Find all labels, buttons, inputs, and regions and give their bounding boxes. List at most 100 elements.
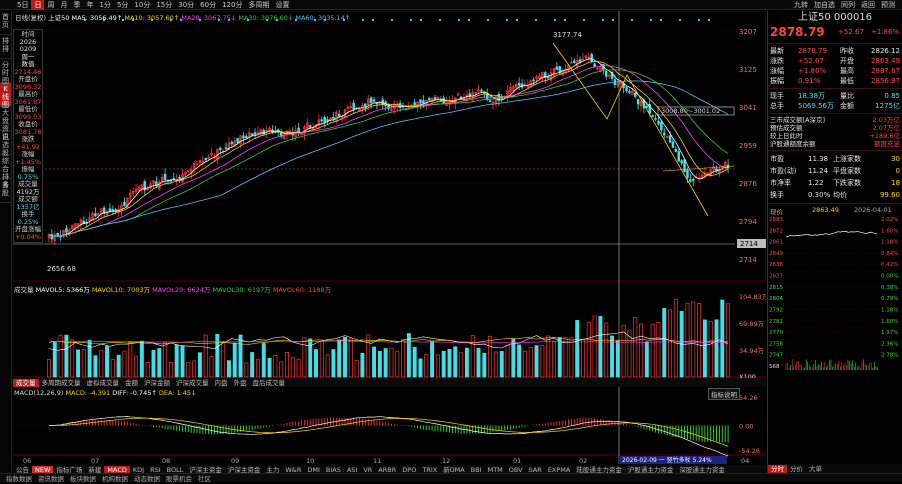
- stats-label: 下跌家数: [833, 179, 861, 187]
- volume-bar: [145, 362, 150, 378]
- sidebar-tab[interactable]: 自选股: [0, 131, 11, 157]
- period-tab[interactable]: 120分: [219, 0, 245, 10]
- mini-right-tick: 1.18%: [881, 240, 898, 246]
- sidebar-tab[interactable]: 综合排名: [0, 155, 11, 189]
- candle-body: [204, 157, 207, 161]
- volume-bar: [517, 344, 522, 378]
- toolbar-action[interactable]: 加自选: [811, 0, 838, 10]
- mini-price-line: [785, 231, 878, 238]
- mini-right-tick: 0.42%: [881, 262, 898, 268]
- toolbar-action[interactable]: 九转: [791, 0, 811, 10]
- period-tab[interactable]: 月: [57, 0, 70, 10]
- period-tab[interactable]: 60分: [197, 0, 219, 10]
- volume-tab[interactable]: 金额: [122, 379, 141, 387]
- quote-row: 现手 18.38万 量比 0.85: [768, 91, 902, 101]
- volume-tab[interactable]: 盘后成交量: [250, 379, 289, 387]
- sidebar-tab[interactable]: 分时图: [0, 59, 11, 85]
- signal-dot: [438, 18, 442, 22]
- period-tab[interactable]: 日: [31, 0, 45, 10]
- sidebar-tab[interactable]: 排排: [0, 35, 11, 59]
- volume-bar: [534, 345, 539, 378]
- mavol5-line: [48, 331, 729, 351]
- sidebar-tab[interactable]: 多股: [0, 179, 11, 203]
- panel-title: 上证50 000016: [797, 12, 873, 23]
- period-tab[interactable]: 年: [83, 0, 96, 10]
- sidebar-tab[interactable]: K线图: [0, 83, 11, 109]
- mavol10-line: [48, 337, 729, 345]
- ma60-label: MA60: 3035.14↑: [295, 14, 351, 22]
- quote-value: 2887.67: [871, 67, 900, 75]
- mini-left-tick: 2838: [769, 262, 783, 268]
- volume-bar: [441, 351, 446, 378]
- stats-row: 市净率 1.22 下跌家数 18: [768, 177, 902, 189]
- volume-bar: [604, 322, 609, 378]
- volume-bar: [401, 339, 406, 378]
- toolbar-action[interactable]: 同列: [838, 0, 858, 10]
- candle-body: [94, 213, 97, 217]
- volume-tab[interactable]: 沪深金额: [141, 379, 173, 387]
- volume-bar: [685, 302, 690, 378]
- signal-dot: [630, 18, 634, 22]
- mavol30-label: MAVOL30: 6197万: [212, 286, 271, 294]
- quote-label: 最低: [840, 77, 854, 85]
- price-tick: 3125: [739, 66, 757, 74]
- trend-line: [662, 165, 736, 172]
- mini-chart[interactable]: 2883 2872 2861 2849 2838 2827 2815 2804 2792 2781…: [768, 215, 902, 377]
- date-tick: 09: [231, 457, 239, 464]
- ma30-label: MA30: 3076.60↓: [238, 14, 294, 22]
- quote-label: 最新: [770, 47, 784, 55]
- quote-value: +52.67: [798, 57, 824, 65]
- period-tab[interactable]: 30分: [175, 0, 197, 10]
- quote-value: 0.85: [884, 92, 900, 100]
- candle-body: [480, 89, 483, 92]
- stats-value: 0.30%: [808, 191, 831, 199]
- market-row: 预估成交额 2.07万亿: [768, 124, 902, 132]
- volume-bar: [81, 349, 86, 378]
- high-annotation: 3177.74: [553, 31, 582, 39]
- period-tab[interactable]: 5分: [114, 0, 131, 10]
- mini-left-tick: 2861: [769, 240, 783, 246]
- sidebar-tab[interactable]: 首页: [0, 11, 11, 35]
- toolbar-action[interactable]: 返回: [858, 0, 878, 10]
- volume-tab[interactable]: 多周期成交量: [39, 379, 84, 387]
- period-tab[interactable]: 季: [70, 0, 83, 10]
- candle-body: [654, 118, 657, 120]
- signal-dot: [409, 18, 413, 22]
- volume-bar: [476, 347, 481, 378]
- volume-tab[interactable]: 成交量: [13, 379, 39, 387]
- market-value: 2.07万亿: [872, 124, 900, 132]
- period-tab[interactable]: 1分: [96, 0, 113, 10]
- volume-bar: [163, 342, 168, 378]
- volume-bar: [702, 319, 707, 378]
- date-tick: 01: [513, 457, 521, 464]
- volume-bar: [552, 341, 556, 378]
- candle-body: [573, 60, 576, 63]
- sidebar-tab[interactable]: 大盘资讯: [0, 107, 11, 141]
- volume-bar: [52, 341, 57, 378]
- main-panel-border: [13, 11, 766, 282]
- date-tick: 10: [306, 457, 314, 464]
- volume-tab[interactable]: 内盘: [212, 379, 231, 387]
- volume-bar: [366, 334, 371, 378]
- signal-dot: [582, 18, 586, 22]
- period-tab[interactable]: 多周期: [245, 0, 272, 10]
- period-tab[interactable]: 设置: [272, 0, 292, 10]
- toolbar-action[interactable]: 预测: [878, 0, 898, 10]
- volume-tab[interactable]: 外盘: [231, 379, 250, 387]
- volume-bar: [493, 351, 498, 378]
- volume-bar: [511, 338, 516, 378]
- period-tab[interactable]: 周: [44, 0, 57, 10]
- volume-tab[interactable]: 沪深成交量: [173, 379, 212, 387]
- volume-tab[interactable]: 虚拟成交量: [84, 379, 123, 387]
- period-tab[interactable]: 5日: [14, 0, 31, 10]
- period-tab[interactable]: 10分: [131, 0, 153, 10]
- candle-body: [253, 132, 257, 135]
- candle-body: [532, 79, 535, 82]
- period-tab[interactable]: 15分: [153, 0, 175, 10]
- ma10-label: MA10: 3057.60↑: [124, 14, 180, 22]
- indicator-help-button[interactable]: 指标说明: [708, 388, 740, 400]
- candle-body: [689, 179, 692, 182]
- candle-body: [163, 173, 167, 180]
- candle-body: [102, 207, 106, 214]
- toolbar-right: 九转 加自选 同列 返回 预测: [791, 0, 898, 10]
